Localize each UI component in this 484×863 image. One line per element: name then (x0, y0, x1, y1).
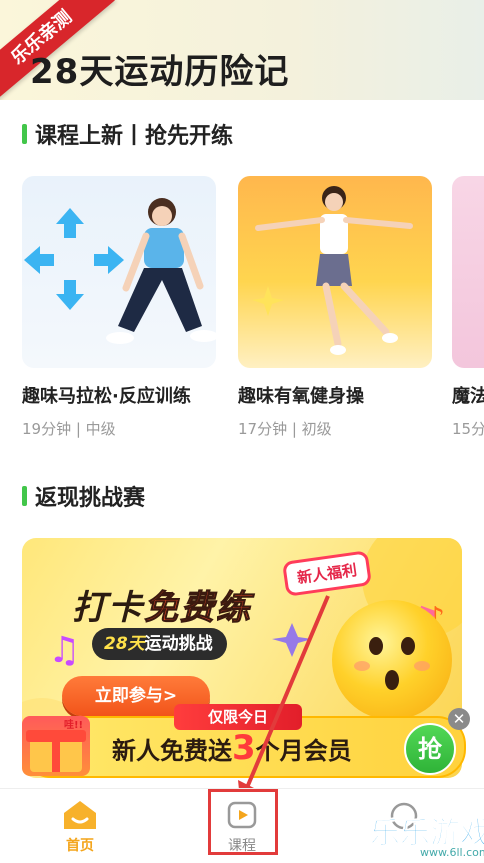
section-challenge-label: 返现挑战赛 (35, 486, 146, 511)
top-banner[interactable]: 乐乐亲测 28天运动历险记 (0, 0, 484, 100)
tab-home-label: 首页 (66, 838, 94, 854)
gift-tag-text: 哇!! (64, 718, 83, 731)
course-carousel[interactable]: 趣味马拉松·反应训练 19分钟 | 中级 趣味有氧健身操 17分钟 | 初级 魔… (22, 176, 484, 446)
arrow-down-icon (56, 280, 84, 310)
course-thumbnail-3[interactable] (452, 176, 484, 368)
music-note-icon: ♫ (48, 630, 80, 671)
section-challenge-title: 返现挑战赛 (22, 480, 145, 512)
arrow-up-icon (56, 208, 84, 238)
grab-button[interactable]: 抢 (404, 723, 456, 775)
course-name-3[interactable]: 魔法 (452, 382, 484, 408)
trainer-shorts (316, 254, 352, 286)
course-meta-3: 15分 (452, 420, 484, 438)
trainer-shirt (144, 228, 184, 268)
course-1-illustration (24, 198, 216, 344)
course-name-1[interactable]: 趣味马拉松·反应训练 (22, 382, 216, 408)
course-thumbnail-2[interactable] (238, 176, 432, 368)
course-card-3[interactable]: 魔法 15分 (452, 176, 484, 439)
course-tab-highlight (208, 789, 278, 855)
course-card-2[interactable]: 趣味有氧健身操 17分钟 | 初级 (238, 176, 432, 439)
course-2-illustration (252, 186, 413, 355)
banner-title: 28天运动历险记 (30, 52, 290, 92)
section-new-courses-label: 课程上新丨抢先开练 (35, 124, 234, 149)
course-name-2[interactable]: 趣味有氧健身操 (238, 382, 432, 408)
course-thumbnail-1[interactable] (22, 176, 216, 368)
arrow-right-icon (94, 246, 124, 274)
mascot-ball (332, 600, 452, 720)
promo-subtitle: 28天运动挑战 (92, 628, 227, 660)
close-offer-button[interactable]: ✕ (448, 708, 470, 730)
offer-text: 新人免费送3个月会员 (112, 728, 352, 768)
tab-home[interactable]: 首页 (20, 789, 140, 863)
today-only-pill: 仅限今日 (174, 704, 302, 730)
promo-headline: 打卡免费练 (72, 588, 252, 629)
course-meta-1: 19分钟 | 中级 (22, 420, 116, 438)
section-accent-bar (22, 124, 27, 144)
course-meta-2: 17分钟 | 初级 (238, 420, 332, 438)
home-icon (64, 801, 96, 829)
gift-box-icon: 哇!! (22, 716, 90, 776)
arrow-left-icon (24, 246, 54, 274)
course-card-1[interactable]: 趣味马拉松·反应训练 19分钟 | 中级 (22, 176, 216, 439)
watermark-url: www.6ll.com (420, 846, 484, 859)
section-accent-bar (22, 486, 27, 506)
section-new-courses-title: 课程上新丨抢先开练 (22, 118, 233, 150)
mascot-face-icon (354, 637, 430, 690)
